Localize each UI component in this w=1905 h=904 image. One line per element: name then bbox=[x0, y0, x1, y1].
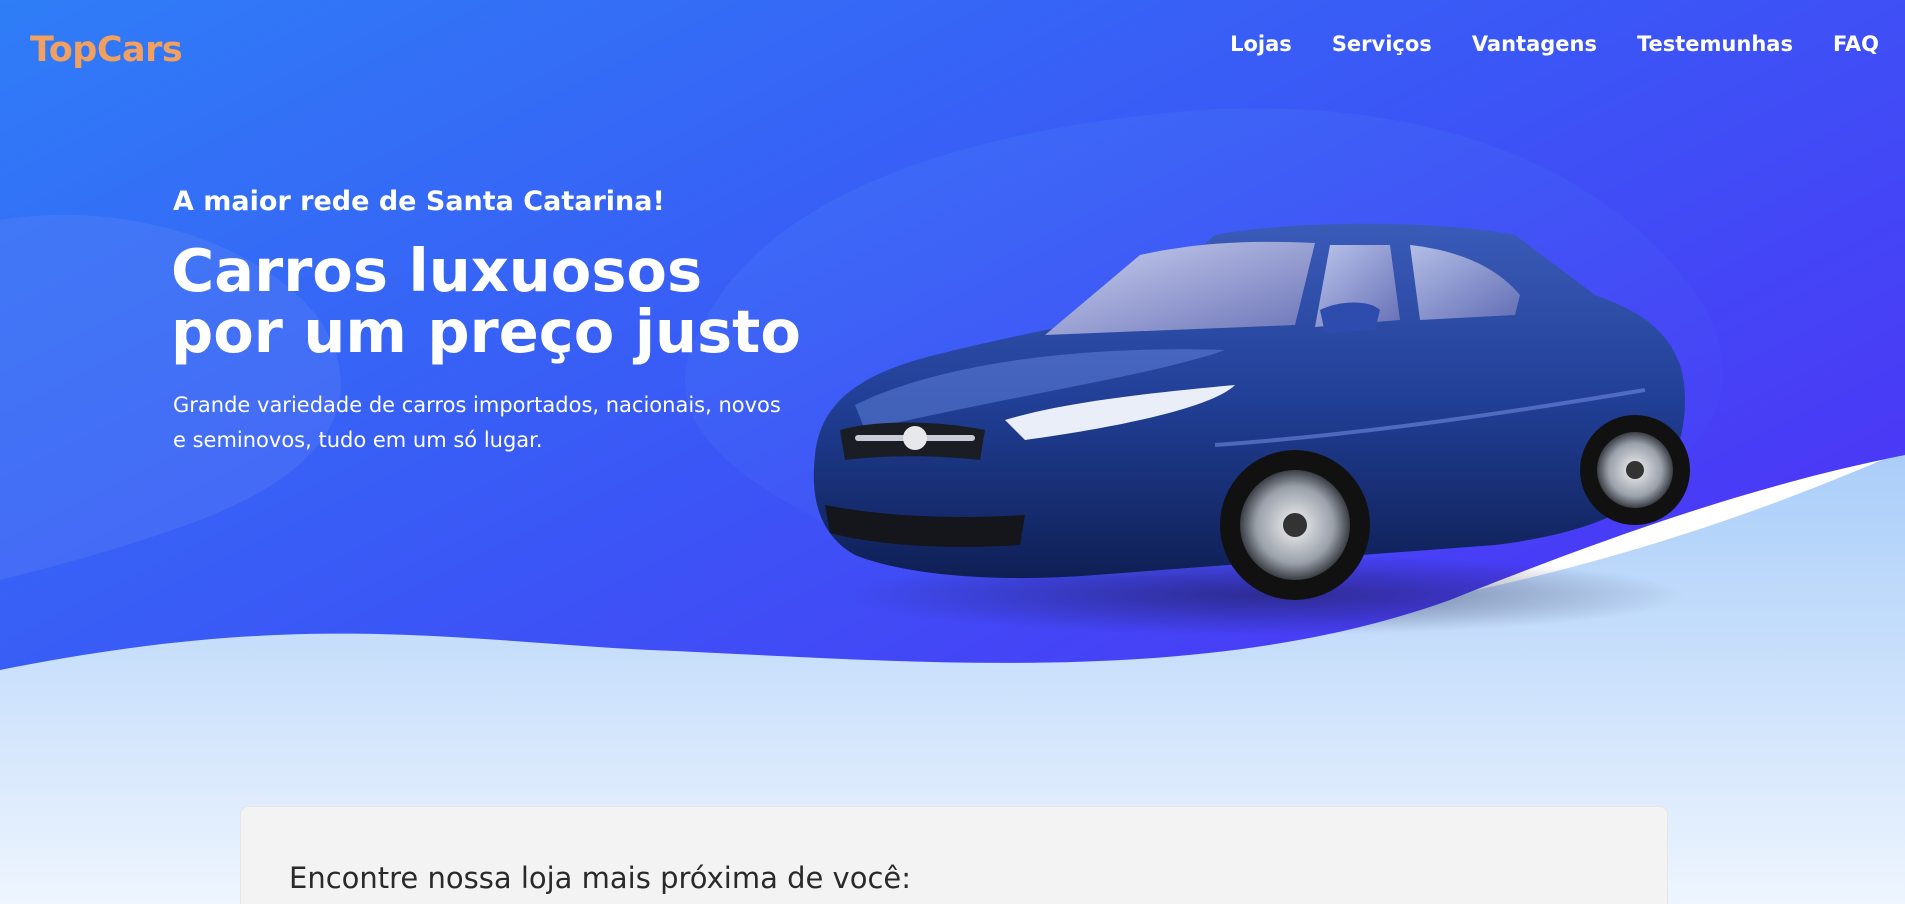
car-photo-icon bbox=[795, 215, 1705, 635]
main-nav: Lojas Serviços Vantagens Testemunhas FAQ bbox=[1230, 32, 1879, 56]
hero-title: Carros luxuosos por um preço justo bbox=[171, 236, 801, 366]
nav-item-vantagens[interactable]: Vantagens bbox=[1472, 32, 1597, 56]
brand-logo[interactable]: TopCars bbox=[30, 30, 183, 70]
nav-item-faq[interactable]: FAQ bbox=[1833, 32, 1879, 56]
hero-description: Grande variedade de carros importados, n… bbox=[173, 393, 781, 452]
nav-item-lojas[interactable]: Lojas bbox=[1230, 32, 1292, 56]
store-finder-card: Encontre nossa loja mais próxima de você… bbox=[240, 806, 1668, 904]
hero-eyebrow: A maior rede de Santa Catarina! bbox=[173, 186, 665, 217]
store-finder-title: Encontre nossa loja mais próxima de você… bbox=[289, 861, 911, 895]
landing-page: TopCars Lojas Serviços Vantagens Testemu… bbox=[0, 0, 1905, 904]
nav-item-testemunhas[interactable]: Testemunhas bbox=[1637, 32, 1793, 56]
nav-item-servicos[interactable]: Serviços bbox=[1332, 32, 1432, 56]
